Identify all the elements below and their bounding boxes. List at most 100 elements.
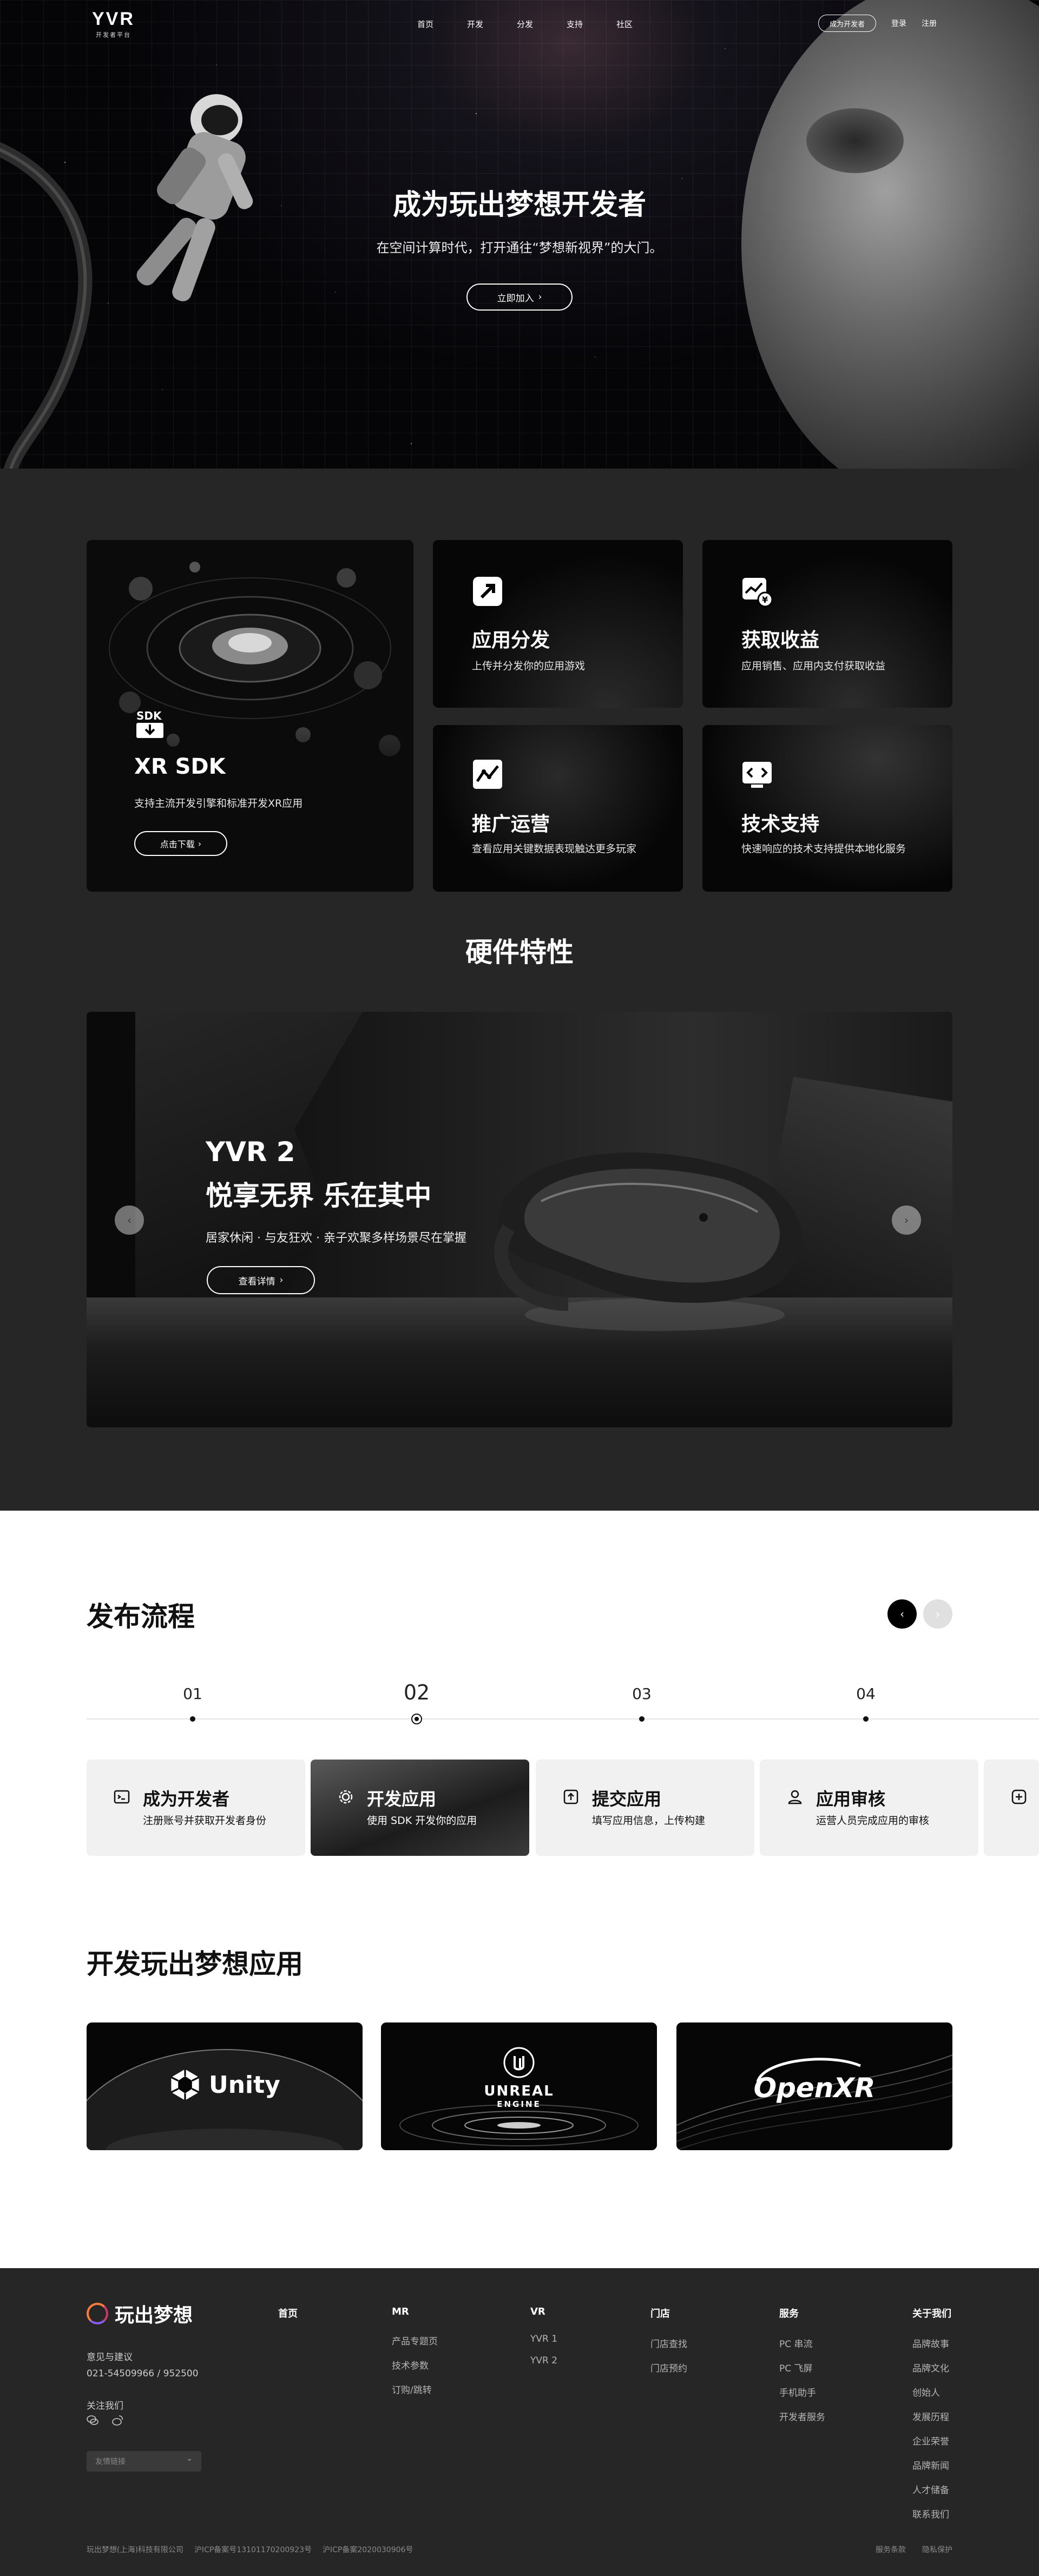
carousel-prev-button[interactable]: ‹ <box>115 1205 144 1235</box>
footer-link[interactable]: YVR 1 <box>530 2334 557 2344</box>
step-card-submit-app[interactable]: 提交应用 填写应用信息，上传构建 <box>536 1760 754 1856</box>
step-dot[interactable] <box>863 1716 869 1722</box>
process-next-button[interactable]: › <box>923 1599 952 1629</box>
view-details-label: 查看详情 <box>238 1276 275 1287</box>
step-card-partial[interactable] <box>984 1760 1039 1856</box>
carousel-next-button[interactable]: › <box>892 1205 921 1235</box>
chevron-left-icon: ‹ <box>900 1607 904 1620</box>
support-card[interactable]: 技术支持 快速响应的技术支持提供本地化服务 <box>702 725 952 892</box>
account-actions: 成为开发者 登录 注册 <box>818 15 937 32</box>
register-link[interactable]: 注册 <box>922 18 937 29</box>
footer-link[interactable]: 订购/跳转 <box>392 2382 438 2396</box>
step-title: 开发应用 <box>367 1789 437 1809</box>
footer-link[interactable]: 门店预约 <box>650 2361 687 2374</box>
footer-link[interactable]: 品牌故事 <box>912 2336 951 2350</box>
promote-card[interactable]: 推广运营 查看应用关键数据表现触达更多玩家 <box>433 725 683 892</box>
police-record-link[interactable]: 沪ICP备案2020030906号 <box>323 2544 413 2555</box>
privacy-link[interactable]: 隐私保护 <box>922 2544 952 2555</box>
terms-link[interactable]: 服务条款 <box>876 2544 906 2555</box>
footer-column-mr: MR 产品专题页 技术参数 订购/跳转 <box>392 2306 438 2407</box>
process-title: 发布流程 <box>87 1601 195 1632</box>
sdk-icon: SDK <box>134 708 166 739</box>
wave-background-image <box>702 540 952 708</box>
friendly-links-select[interactable]: 友情链接 <box>87 2451 201 2472</box>
footer-column-title[interactable]: 关于我们 <box>912 2306 951 2320</box>
sdk-card[interactable]: SDK XR SDK 支持主流开发引擎和标准开发XR应用 点击下载 › <box>87 540 413 892</box>
footer-link[interactable]: 品牌新闻 <box>912 2458 951 2472</box>
nav-link-develop[interactable]: 开发 <box>450 18 500 30</box>
wechat-icon[interactable] <box>87 2414 98 2426</box>
product-slogan: 悦享无界 乐在其中 <box>206 1180 432 1211</box>
footer-link[interactable]: 人才储备 <box>912 2482 951 2496</box>
footer-column-title[interactable]: 首页 <box>278 2306 298 2320</box>
icp-link[interactable]: 沪ICP备案号13101170200923号 <box>194 2544 312 2555</box>
step-card-develop-app[interactable]: 开发应用 使用 SDK 开发你的应用 <box>311 1760 529 1856</box>
nav-link-home[interactable]: 首页 <box>400 18 450 30</box>
sdk-download-button[interactable]: 点击下载 › <box>134 831 227 856</box>
revenue-description: 应用销售、应用内支付获取收益 <box>741 660 886 672</box>
unity-logo-icon <box>170 2069 200 2100</box>
hero-subtitle: 在空间计算时代，打开通往“梦想新视界”的大门。 <box>376 240 663 255</box>
step-dot[interactable] <box>639 1716 645 1722</box>
step-title: 应用审核 <box>816 1789 886 1809</box>
footer-column-title[interactable]: 服务 <box>779 2306 825 2320</box>
unreal-card[interactable]: UNREAL ENGINE <box>381 2022 657 2150</box>
upload-icon <box>563 1789 578 1804</box>
footer-link[interactable]: 开发者服务 <box>779 2409 825 2423</box>
footer-link[interactable]: PC 飞屏 <box>779 2361 825 2374</box>
footer-link[interactable]: 发展历程 <box>912 2409 951 2423</box>
footer-link[interactable]: YVR 2 <box>530 2355 557 2366</box>
footer-column-service: 服务 PC 串流 PC 飞屏 手机助手 开发者服务 <box>779 2306 825 2434</box>
footer-column-title[interactable]: 门店 <box>650 2306 687 2320</box>
footer-column-title[interactable]: MR <box>392 2306 438 2317</box>
footer-link[interactable]: 门店查找 <box>650 2336 687 2350</box>
openxr-card[interactable]: OpenXR <box>676 2022 952 2150</box>
nav-link-distribute[interactable]: 分发 <box>500 18 550 30</box>
view-details-button[interactable]: 查看详情 › <box>207 1266 315 1294</box>
chevron-right-icon: › <box>936 1607 940 1620</box>
footer-link[interactable]: 联系我们 <box>912 2507 951 2520</box>
unreal-engine-label: ENGINE <box>497 2099 541 2109</box>
trend-line-icon <box>472 759 503 790</box>
login-link[interactable]: 登录 <box>891 18 906 29</box>
svg-text:¥: ¥ <box>762 595 768 605</box>
top-navigation: YVR 开发者平台 首页 开发 分发 支持 社区 成为开发者 登录 注册 <box>0 0 1039 48</box>
footer-link[interactable]: 手机助手 <box>779 2385 825 2399</box>
distribute-card[interactable]: 应用分发 上传并分发你的应用游戏 <box>433 540 683 708</box>
nav-link-support[interactable]: 支持 <box>550 18 600 30</box>
footer-link[interactable]: 品牌文化 <box>912 2361 951 2374</box>
process-prev-button[interactable]: ‹ <box>887 1599 917 1629</box>
sdk-title: XR SDK <box>134 754 226 779</box>
terminal-icon <box>114 1790 130 1804</box>
code-icon <box>741 759 773 790</box>
step-dot[interactable] <box>190 1716 195 1722</box>
vr-headset-image <box>494 1152 802 1331</box>
footer-column-stores: 门店 门店查找 门店预约 <box>650 2306 687 2385</box>
gear-icon <box>339 1790 353 1804</box>
step-card-become-developer[interactable]: 成为开发者 注册账号并获取开发者身份 <box>87 1760 305 1856</box>
promote-description: 查看应用关键数据表现触达更多玩家 <box>472 843 637 855</box>
revenue-card[interactable]: ¥ 获取收益 应用销售、应用内支付获取收益 <box>702 540 952 708</box>
step-number: 02 <box>403 1681 430 1704</box>
nav-link-community[interactable]: 社区 <box>600 18 649 30</box>
yvr-logo[interactable]: YVR 开发者平台 <box>92 10 135 39</box>
become-developer-button[interactable]: 成为开发者 <box>818 15 877 32</box>
promote-title: 推广运营 <box>472 813 550 835</box>
footer-link[interactable]: PC 串流 <box>779 2336 825 2350</box>
footer-logo[interactable]: 玩出梦想 <box>87 2300 193 2328</box>
space-background-image <box>702 725 952 892</box>
sdk-icon-text: SDK <box>136 709 162 722</box>
support-description: 快速响应的技术支持提供本地化服务 <box>741 843 906 855</box>
join-now-button[interactable]: 立即加入 › <box>466 284 573 311</box>
step-card-review-app[interactable]: 应用审核 运营人员完成应用的审核 <box>760 1760 978 1856</box>
footer-link[interactable]: 技术参数 <box>392 2358 438 2371</box>
step-dot-active[interactable] <box>411 1714 422 1724</box>
footer-column-title[interactable]: VR <box>530 2306 557 2317</box>
copyright-text: 玩出梦想(上海)科技有限公司 <box>87 2546 183 2554</box>
weibo-icon[interactable] <box>111 2414 123 2426</box>
footer-link[interactable]: 企业荣誉 <box>912 2434 951 2447</box>
unity-card[interactable]: Unity <box>87 2022 363 2150</box>
footer-link[interactable]: 产品专题页 <box>392 2334 438 2347</box>
step-number: 04 <box>856 1685 876 1703</box>
footer-link[interactable]: 创始人 <box>912 2385 951 2399</box>
